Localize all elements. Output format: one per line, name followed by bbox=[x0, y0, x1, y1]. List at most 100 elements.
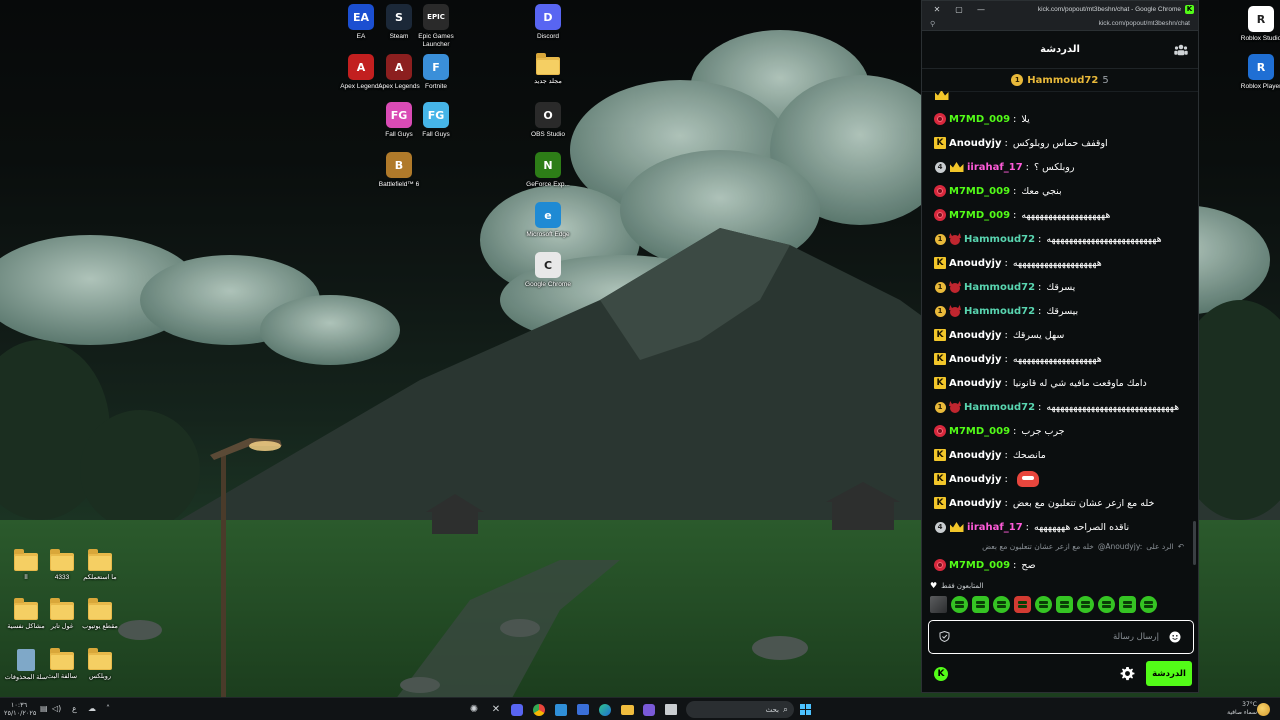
chat-username[interactable]: M7MD_009 bbox=[949, 560, 1010, 571]
emote-kick-icon[interactable] bbox=[1035, 596, 1052, 613]
edge-taskbar-icon[interactable] bbox=[598, 702, 612, 717]
desktop-icon[interactable]: EPIC Epic Games Launcher bbox=[410, 4, 462, 49]
gear-icon[interactable] bbox=[1120, 666, 1135, 681]
emote-kick-icon[interactable] bbox=[951, 596, 968, 613]
emote-angry-icon[interactable] bbox=[1014, 596, 1031, 613]
input-language[interactable]: ع bbox=[72, 704, 77, 713]
chevron-up-icon[interactable]: ˄ bbox=[106, 704, 110, 713]
chat-message[interactable]: 1 Hammoud72: ههههههههههههههههههههههههههههه… bbox=[934, 395, 1186, 419]
cloud-icon[interactable]: ☁ bbox=[88, 704, 96, 713]
chat-message[interactable]: M7MD_009: جرب جرب bbox=[934, 419, 1186, 443]
emoji-icon[interactable] bbox=[1169, 631, 1181, 643]
desktop-icon[interactable]: F Fortnite bbox=[410, 54, 462, 91]
chat-username[interactable]: Hammoud72 bbox=[964, 282, 1035, 293]
chat-message[interactable]: K Anoudyjy: دامك ماوقعت مافيه شي له قانوني… bbox=[934, 371, 1186, 395]
desktop-icon[interactable]: O OBS Studio bbox=[522, 102, 574, 139]
chrome-taskbar-icon[interactable] bbox=[532, 702, 546, 717]
desktop-icon[interactable]: مجلد جديد bbox=[522, 53, 574, 86]
chat-message[interactable]: 1 Hammoud72: بيسرقك bbox=[934, 299, 1186, 323]
emote-kick-icon[interactable] bbox=[1119, 596, 1136, 613]
chat-username[interactable]: Hammoud72 bbox=[964, 402, 1035, 413]
chat-send-button[interactable]: الدردشة bbox=[1146, 661, 1192, 686]
chat-username[interactable]: iirahaf_17 bbox=[967, 522, 1023, 533]
emote-kick-icon[interactable] bbox=[1140, 596, 1157, 613]
chat-username[interactable]: M7MD_009 bbox=[949, 114, 1010, 125]
emote-kick-icon[interactable] bbox=[1077, 596, 1094, 613]
app-taskbar-icon[interactable] bbox=[554, 702, 568, 717]
chat-message[interactable]: 1 Hammoud72: يسرقك bbox=[934, 275, 1186, 299]
desktop-icon[interactable]: C Google Chrome bbox=[522, 252, 574, 289]
chat-username[interactable]: Anoudyjy bbox=[949, 498, 1001, 509]
chat-messages[interactable]: M7MD_009: يلا K Anoudyjy: اوقفف حماس روبلوكس… bbox=[922, 91, 1198, 581]
chat-message[interactable]: K Anoudyjy: مانصحك bbox=[934, 443, 1186, 467]
chat-message[interactable]: K Anoudyjy: هههههههههههههههههههه bbox=[934, 347, 1186, 371]
chat-username[interactable]: Anoudyjy bbox=[949, 258, 1001, 269]
windows-start-icon[interactable] bbox=[798, 702, 812, 717]
taskbar-search[interactable]: بحث ⌕ bbox=[686, 701, 794, 718]
minimize-icon[interactable]: — bbox=[970, 5, 992, 14]
explorer-taskbar-icon[interactable] bbox=[620, 702, 634, 717]
chat-scrollbar[interactable] bbox=[1193, 521, 1196, 565]
desktop-icon[interactable]: B Battlefield™ 6 bbox=[373, 152, 425, 189]
chat-username[interactable]: Anoudyjy bbox=[949, 138, 1001, 149]
chat-message[interactable]: K Anoudyjy: اوقفف حماس روبلوكس bbox=[934, 131, 1186, 155]
emote-kick-icon[interactable] bbox=[993, 596, 1010, 613]
chat-message[interactable]: K Anoudyjy: خله مع ازعر عشان تتعلبون مع بع… bbox=[934, 491, 1186, 515]
app-taskbar-icon[interactable] bbox=[642, 702, 656, 717]
chat-message-input[interactable] bbox=[957, 628, 1159, 646]
desktop-icon[interactable]: e Microsoft Edge bbox=[522, 202, 574, 239]
recycle-bin-icon-item[interactable]: سلة المحذوفات bbox=[0, 649, 52, 682]
kick-logo-icon[interactable]: K bbox=[934, 667, 948, 681]
chat-username[interactable]: Anoudyjy bbox=[949, 474, 1001, 485]
shield-icon[interactable] bbox=[939, 631, 950, 642]
users-icon[interactable] bbox=[1174, 43, 1188, 57]
chat-message[interactable]: M7MD_009: هههههههههههههههههههه bbox=[934, 203, 1186, 227]
desktop-icon[interactable]: FG Fall Guys bbox=[410, 102, 462, 139]
chat-username[interactable]: M7MD_009 bbox=[949, 426, 1010, 437]
chat-message[interactable]: M7MD_009: بنجي معك bbox=[934, 179, 1186, 203]
notification-icon[interactable]: ▤ bbox=[40, 704, 48, 713]
chat-username[interactable]: Hammoud72 bbox=[964, 306, 1035, 317]
volume-icon[interactable]: ◁) bbox=[52, 704, 61, 713]
reply-preview[interactable]: خله مع ازعر عشان تتعلبون مع بعض @Anoudyjy… bbox=[934, 539, 1186, 553]
pinned-username[interactable]: Hammoud72 bbox=[1027, 75, 1098, 86]
url-text[interactable]: kick.com/popout/mt3beshn/chat bbox=[935, 20, 1190, 27]
desktop-icon[interactable]: R Roblox Player bbox=[1235, 54, 1280, 91]
emote-kick-icon[interactable] bbox=[972, 596, 989, 613]
discord-taskbar-icon[interactable] bbox=[510, 702, 524, 717]
pinned-gift-bar[interactable]: 1 Hammoud72 5 bbox=[922, 69, 1198, 92]
store-taskbar-icon[interactable] bbox=[576, 702, 590, 717]
chat-username[interactable]: Anoudyjy bbox=[949, 378, 1001, 389]
chat-username[interactable]: Anoudyjy bbox=[949, 330, 1001, 341]
capcut-icon[interactable]: ✕ bbox=[489, 702, 503, 717]
close-icon[interactable]: ✕ bbox=[926, 5, 948, 14]
chat-message[interactable]: K Anoudyjy: هههههههههههههههههههه bbox=[934, 251, 1186, 275]
weather-widget[interactable]: 37°C سماء صافية bbox=[1209, 701, 1257, 717]
chat-username[interactable]: Hammoud72 bbox=[964, 234, 1035, 245]
desktop-icon[interactable]: R Roblox Studio bbox=[1235, 6, 1280, 43]
desktop-folder[interactable]: مشاكل نفسية bbox=[0, 598, 52, 631]
emote-kick-icon[interactable] bbox=[1056, 596, 1073, 613]
desktop-icon[interactable]: N GeForce Exp... bbox=[522, 152, 574, 189]
chat-message[interactable]: M7MD_009: صح bbox=[934, 553, 1186, 577]
chat-username[interactable]: iirahaf_17 bbox=[967, 162, 1023, 173]
desktop-folder[interactable]: اا bbox=[0, 549, 52, 582]
chat-input-box[interactable] bbox=[928, 620, 1194, 654]
desktop-icon[interactable]: D Discord bbox=[522, 4, 574, 41]
chat-username[interactable]: Anoudyjy bbox=[949, 354, 1001, 365]
app-taskbar-icon[interactable] bbox=[664, 702, 678, 717]
emote-kick-icon[interactable] bbox=[1098, 596, 1115, 613]
system-clock[interactable]: ١٠:٣٦ ٢٥/١٠/٢٠٢٥ bbox=[4, 701, 36, 717]
chat-message[interactable]: K Anoudyjy: سهل يسرقك bbox=[934, 323, 1186, 347]
copilot-icon[interactable]: ✺ bbox=[467, 702, 481, 717]
chat-message[interactable]: M7MD_009: يلا bbox=[934, 107, 1186, 131]
chat-message[interactable]: 1 Hammoud72: هههههههههههههههههههههههههه bbox=[934, 227, 1186, 251]
address-bar[interactable]: ⚲ kick.com/popout/mt3beshn/chat bbox=[922, 17, 1198, 31]
chat-message[interactable]: K Anoudyjy: bbox=[934, 467, 1186, 491]
chat-username[interactable]: M7MD_009 bbox=[949, 186, 1010, 197]
emote-avatar-icon[interactable] bbox=[930, 596, 947, 613]
chat-message[interactable] bbox=[934, 91, 1186, 107]
chat-username[interactable]: M7MD_009 bbox=[949, 210, 1010, 221]
maximize-icon[interactable]: ▢ bbox=[948, 5, 970, 14]
chat-message[interactable]: 4 iirahaf_17: ناقده الصراحه هههههههه bbox=[934, 515, 1186, 539]
